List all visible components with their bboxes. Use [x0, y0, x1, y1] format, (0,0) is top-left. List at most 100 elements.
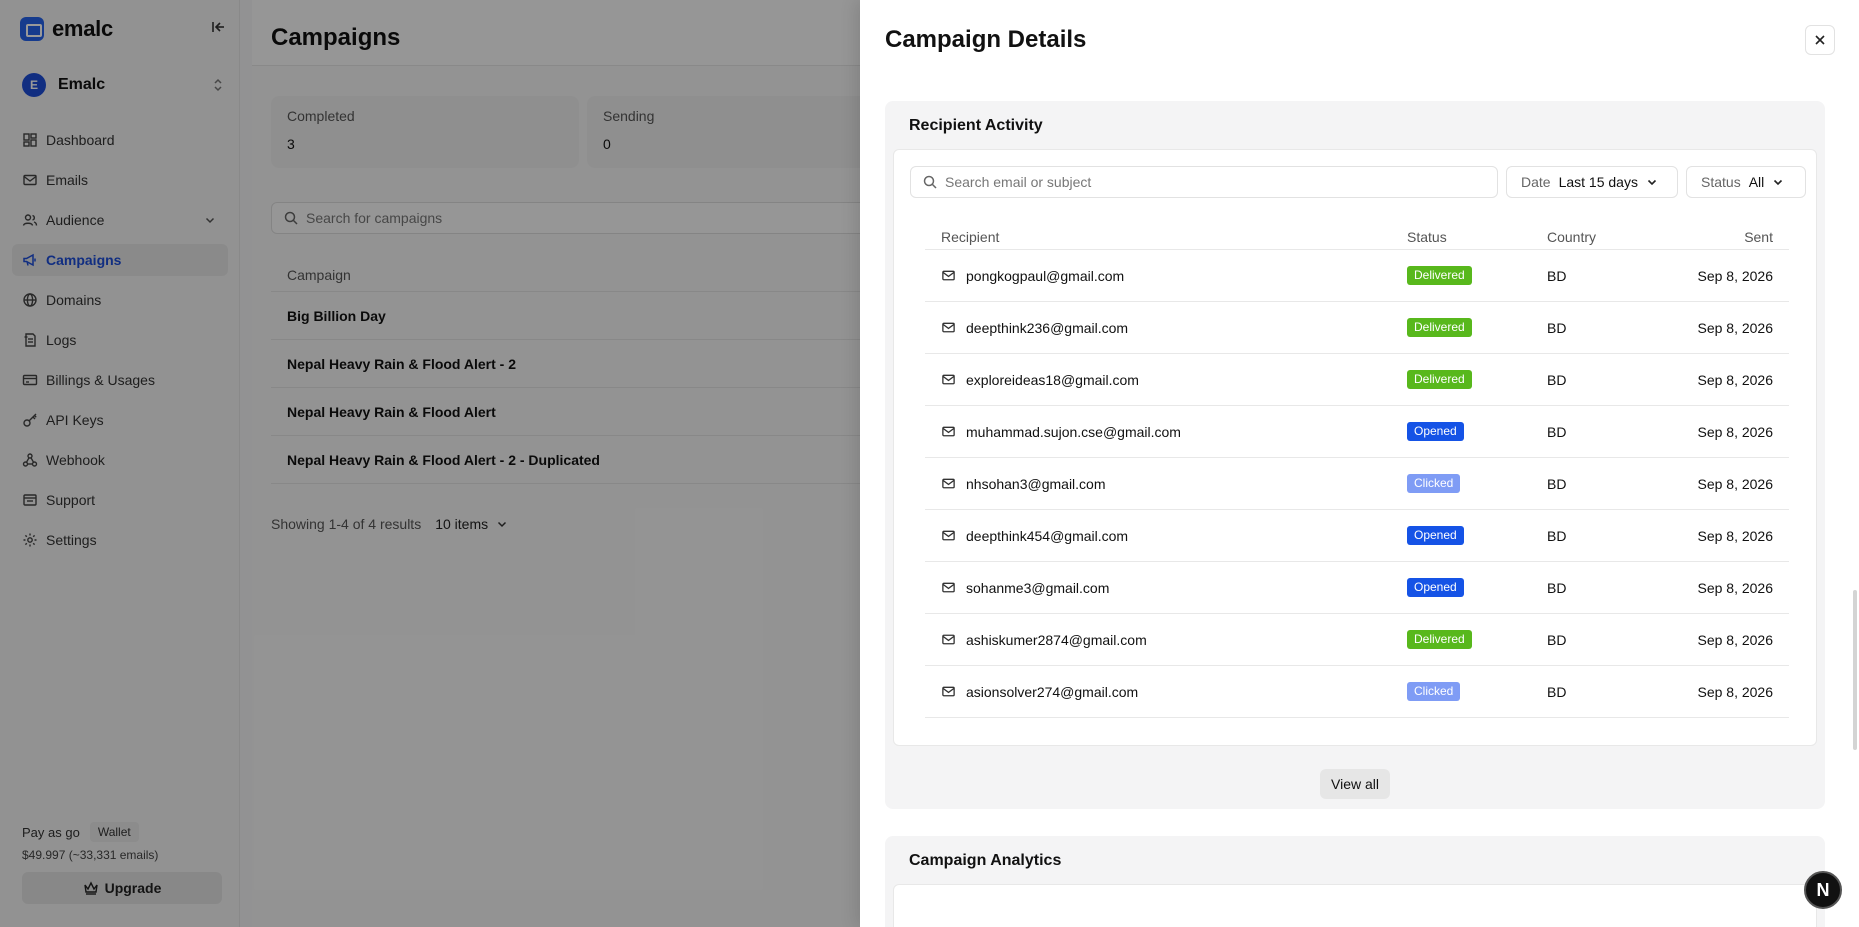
campaign-details-drawer: Campaign Details Recipient Activity Date…: [860, 0, 1859, 927]
column-header-recipient: Recipient: [941, 228, 1000, 245]
recipient-table: Recipient Status Country Sent pongkogpau…: [925, 224, 1789, 718]
mail-icon: [942, 270, 955, 281]
country-cell: BD: [1547, 631, 1567, 648]
recipient-email: deepthink236@gmail.com: [966, 319, 1129, 336]
status-badge: Clicked: [1407, 474, 1461, 493]
status-cell: Delivered: [1407, 370, 1547, 389]
table-row[interactable]: asionsolver274@gmail.com Clicked BD Sep 8, …: [925, 666, 1789, 718]
country-cell: BD: [1547, 267, 1567, 284]
status-badge: Delivered: [1407, 630, 1472, 649]
scrollbar[interactable]: [1853, 590, 1857, 750]
recipient-email: deepthink454@gmail.com: [966, 527, 1129, 544]
country-cell: BD: [1547, 683, 1567, 700]
chevron-down-icon: [1647, 179, 1657, 186]
column-header-sent: Sent: [1744, 228, 1773, 245]
mail-icon: [942, 530, 955, 541]
mail-icon: [942, 686, 955, 697]
table-row[interactable]: nhsohan3@gmail.com Clicked BD Sep 8, 2026: [925, 458, 1789, 510]
recipient-email: asionsolver274@gmail.com: [966, 683, 1139, 700]
table-row[interactable]: deepthink236@gmail.com Delivered BD Sep 8, …: [925, 302, 1789, 354]
sent-date-cell: Sep 8, 2026: [1697, 631, 1773, 648]
status-cell: Delivered: [1407, 318, 1547, 337]
section-title: Campaign Analytics: [909, 852, 1062, 869]
table-row[interactable]: deepthink454@gmail.com Opened BD Sep 8, 202…: [925, 510, 1789, 562]
sent-date-cell: Sep 8, 2026: [1697, 527, 1773, 544]
status-cell: Opened: [1407, 526, 1547, 545]
recipient-email: muhammad.sujon.cse@gmail.com: [966, 423, 1181, 440]
mail-icon: [942, 374, 955, 385]
date-filter[interactable]: Date Last 15 days: [1506, 166, 1678, 198]
sent-date-cell: Sep 8, 2026: [1697, 683, 1773, 700]
status-badge: Delivered: [1407, 266, 1472, 285]
status-cell: Opened: [1407, 422, 1547, 441]
table-row[interactable]: ashiskumer2874@gmail.com Delivered BD Sep 8…: [925, 614, 1789, 666]
status-cell: Clicked: [1407, 474, 1547, 493]
date-filter-value: Last 15 days: [1558, 174, 1638, 190]
status-filter-value: All: [1748, 174, 1765, 190]
close-button[interactable]: [1805, 25, 1835, 55]
country-cell: BD: [1547, 475, 1567, 492]
status-badge: Opened: [1407, 526, 1464, 545]
recipient-cell: nhsohan3@gmail.com: [925, 476, 1407, 492]
recipient-search-input[interactable]: [945, 174, 1485, 190]
recipient-cell: deepthink454@gmail.com: [925, 528, 1407, 544]
table-header: Recipient Status Country Sent: [925, 224, 1789, 250]
recipient-rows: pongkogpaul@gmail.com Delivered BD Sep 8, 2…: [925, 250, 1789, 718]
sent-date-cell: Sep 8, 2026: [1697, 579, 1773, 596]
drawer-title: Campaign Details: [885, 26, 1087, 53]
chevron-down-icon: [1774, 179, 1783, 186]
recipient-activity-section: Recipient Activity Date Last 15 days Sta…: [885, 101, 1825, 809]
recipient-search[interactable]: [910, 166, 1498, 198]
recipient-cell: ashiskumer2874@gmail.com: [925, 632, 1407, 648]
recipient-cell: muhammad.sujon.cse@gmail.com: [925, 424, 1407, 440]
campaign-analytics-section: Campaign Analytics: [885, 836, 1825, 927]
status-filter[interactable]: Status All: [1686, 166, 1806, 198]
recipient-email: ashiskumer2874@gmail.com: [966, 631, 1147, 648]
recipient-activity-card: Date Last 15 days Status All Recipient S…: [893, 149, 1817, 746]
recipient-email: sohanme3@gmail.com: [966, 579, 1110, 596]
country-cell: BD: [1547, 423, 1567, 440]
recipient-cell: exploreideas18@gmail.com: [925, 372, 1407, 388]
recipient-email: pongkogpaul@gmail.com: [966, 267, 1125, 284]
country-cell: BD: [1547, 527, 1567, 544]
recipient-cell: pongkogpaul@gmail.com: [925, 268, 1407, 284]
country-cell: BD: [1547, 579, 1567, 596]
status-cell: Opened: [1407, 578, 1547, 597]
sent-date-cell: Sep 8, 2026: [1697, 371, 1773, 388]
table-row[interactable]: sohanme3@gmail.com Opened BD Sep 8, 2026: [925, 562, 1789, 614]
status-filter-label: Status: [1701, 174, 1741, 190]
mail-icon: [942, 582, 955, 593]
status-badge: Delivered: [1407, 370, 1472, 389]
mail-icon: [942, 426, 955, 437]
date-filter-label: Date: [1521, 174, 1551, 190]
sent-date-cell: Sep 8, 2026: [1697, 475, 1773, 492]
section-title: Recipient Activity: [909, 117, 1043, 134]
sent-date-cell: Sep 8, 2026: [1697, 267, 1773, 284]
table-row[interactable]: muhammad.sujon.cse@gmail.com Opened BD Sep …: [925, 406, 1789, 458]
table-row[interactable]: exploreideas18@gmail.com Delivered BD Sep 8…: [925, 354, 1789, 406]
recipient-cell: sohanme3@gmail.com: [925, 580, 1407, 596]
sent-date-cell: Sep 8, 2026: [1697, 423, 1773, 440]
search-icon: [923, 175, 937, 189]
table-row[interactable]: pongkogpaul@gmail.com Delivered BD Sep 8, 2…: [925, 250, 1789, 302]
recipient-email: exploreideas18@gmail.com: [966, 371, 1139, 388]
status-cell: Delivered: [1407, 266, 1547, 285]
recipient-cell: deepthink236@gmail.com: [925, 320, 1407, 336]
mail-icon: [942, 478, 955, 489]
status-badge: Delivered: [1407, 318, 1472, 337]
campaign-analytics-card: [893, 884, 1817, 927]
recipient-cell: asionsolver274@gmail.com: [925, 684, 1407, 700]
status-badge: Clicked: [1407, 682, 1461, 701]
view-all-button[interactable]: View all: [1320, 769, 1390, 799]
status-cell: Delivered: [1407, 630, 1547, 649]
floating-action-button[interactable]: N: [1804, 871, 1842, 909]
recipient-email: nhsohan3@gmail.com: [966, 475, 1106, 492]
status-cell: Clicked: [1407, 682, 1547, 701]
country-cell: BD: [1547, 371, 1567, 388]
close-icon: [1815, 35, 1825, 45]
column-header-country: Country: [1547, 228, 1597, 245]
mail-icon: [942, 322, 955, 333]
status-badge: Opened: [1407, 422, 1464, 441]
status-badge: Opened: [1407, 578, 1464, 597]
column-header-status: Status: [1407, 228, 1447, 245]
